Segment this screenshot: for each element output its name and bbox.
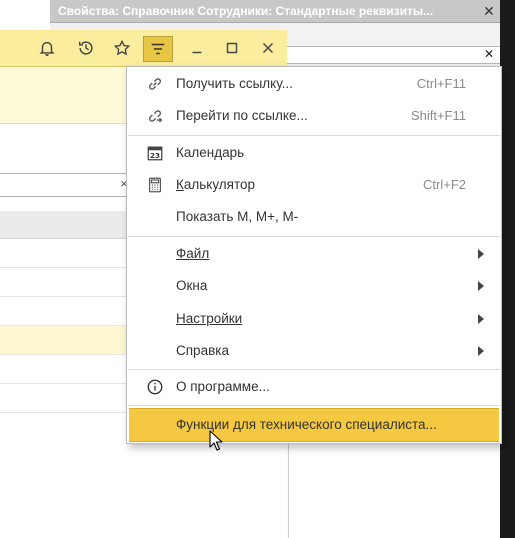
menu-separator	[128, 135, 500, 136]
submenu-arrow-icon	[478, 281, 484, 291]
submenu-arrow-icon	[478, 314, 484, 324]
screen-edge	[500, 0, 515, 538]
submenu-arrow-icon	[478, 346, 484, 356]
menu-item-settings[interactable]: Настройки	[128, 303, 500, 335]
star-icon[interactable]	[108, 36, 136, 60]
link-icon	[146, 75, 164, 93]
mouse-cursor-icon	[209, 430, 223, 451]
bell-icon[interactable]	[33, 36, 61, 60]
menu-item-calculator[interactable]: Калькулятор Ctrl+F2	[128, 169, 500, 201]
menu-item-windows[interactable]: Окна	[128, 270, 500, 302]
menu-item-get-link[interactable]: Получить ссылку... Ctrl+F11	[128, 68, 500, 100]
menu-item-shortcut: Ctrl+F2	[423, 177, 466, 192]
menu-item-tech-specialist-functions[interactable]: Функции для технического специалиста...	[129, 408, 499, 442]
history-icon[interactable]	[72, 36, 100, 60]
menu-item-label: Настройки	[176, 311, 243, 326]
table-row[interactable]	[0, 355, 140, 384]
menu-item-label: О программе...	[176, 379, 270, 394]
table-row[interactable]	[0, 239, 140, 268]
search-input[interactable]	[0, 173, 135, 197]
menu-separator	[128, 405, 500, 406]
menu-item-shortcut: Ctrl+F11	[416, 76, 466, 91]
submenu-arrow-icon	[478, 249, 484, 259]
menu-item-label: Показать M, M+, M-	[176, 209, 299, 224]
calculator-icon	[146, 176, 164, 194]
menu-item-calendar[interactable]: 23 Календарь	[128, 137, 500, 169]
menu-item-help[interactable]: Справка	[128, 335, 500, 367]
follow-link-icon	[146, 107, 164, 125]
menu-item-label: Перейти по ссылке...	[176, 108, 308, 123]
calendar-icon: 23	[146, 144, 164, 162]
menu-separator	[128, 236, 500, 237]
list-header	[0, 211, 140, 239]
menu-item-file[interactable]: Файл	[128, 238, 500, 270]
menu-item-shortcut: Shift+F11	[410, 108, 466, 123]
properties-field-close-button[interactable]: ✕	[482, 46, 496, 62]
close-icon[interactable]	[254, 36, 282, 60]
menu-item-show-memory[interactable]: Показать M, M+, M-	[128, 201, 500, 233]
menu-item-label-text: алькулятор	[183, 177, 256, 192]
properties-title-bar[interactable]: Свойства: Справочник Сотрудники: Стандар…	[50, 0, 500, 23]
table-row-selected[interactable]	[0, 326, 140, 355]
menu-separator	[128, 369, 500, 370]
calendar-icon-number: 23	[150, 151, 160, 160]
properties-field[interactable]	[286, 46, 515, 64]
table-row[interactable]	[0, 268, 140, 297]
menu-item-label: Файл	[176, 246, 210, 261]
maximize-icon[interactable]	[218, 36, 246, 60]
window-toolbar	[0, 30, 287, 67]
menu-item-label: Календарь	[176, 145, 245, 160]
minimize-icon[interactable]	[183, 36, 211, 60]
menu-icon[interactable]	[143, 36, 173, 62]
menu-item-label: Получить ссылку...	[176, 76, 293, 91]
main-menu-dropdown: Получить ссылку... Ctrl+F11 Перейти по с…	[126, 66, 502, 444]
menu-item-label: Справка	[176, 343, 229, 358]
menu-item-follow-link[interactable]: Перейти по ссылке... Shift+F11	[128, 100, 500, 132]
table-row[interactable]	[0, 384, 140, 413]
table-row[interactable]	[0, 297, 140, 326]
menu-item-label: Калькулятор	[176, 177, 256, 192]
properties-close-button[interactable]: ✕	[480, 2, 498, 20]
menu-item-about[interactable]: О программе...	[128, 371, 500, 403]
info-icon	[146, 378, 164, 396]
menu-item-label: Окна	[176, 278, 208, 293]
properties-title: Свойства: Справочник Сотрудники: Стандар…	[58, 4, 434, 18]
